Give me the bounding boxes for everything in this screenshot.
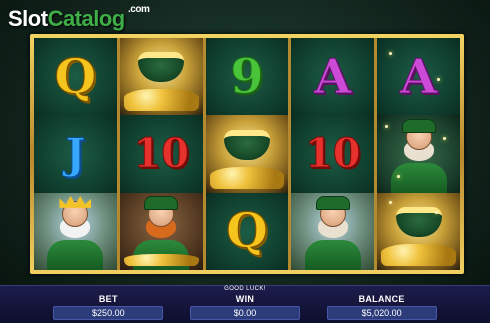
sparkle [435, 210, 439, 214]
status-message: GOOD LUCK! [224, 286, 266, 292]
sparkle [389, 200, 393, 204]
symbol-a: A [399, 48, 438, 105]
watermark-text-catalog: Catalog [47, 6, 126, 31]
pot-of-gold-icon [119, 38, 203, 116]
pot-of-gold-icon [205, 115, 289, 193]
symbol-10: 10 [133, 129, 190, 177]
pot-of-gold-icon [377, 192, 460, 270]
reel-frame: Q J 10 9 Q A 10 A [30, 34, 464, 274]
reel-1-row-1: Q [34, 38, 117, 116]
balance-panel: BALANCE $5,020.00 [326, 294, 437, 320]
reel-2-row-3 [119, 192, 203, 270]
stats-row: BET $250.00 WIN $0.00 BALANCE $5,020.00 [0, 294, 490, 320]
win-value: $0.00 [189, 306, 300, 320]
balance-label: BALANCE [358, 294, 405, 304]
bet-value: $250.00 [53, 306, 164, 320]
coin-pile [123, 89, 199, 112]
reel-4: A 10 [291, 38, 375, 270]
reel-2-row-2: 10 [119, 115, 203, 193]
reel-2: 10 [119, 38, 203, 270]
hat-icon [144, 196, 179, 211]
watermark-text-slot: Slot [8, 6, 48, 31]
hat-icon [401, 119, 436, 134]
coin-pile [381, 243, 456, 266]
win-label: WIN [235, 294, 255, 304]
reel-2-row-1 [119, 38, 203, 116]
symbol-q: Q [54, 48, 97, 105]
reel-5-row-2 [377, 115, 460, 193]
reels-grid: Q J 10 9 Q A 10 A [34, 38, 460, 270]
symbol-j: J [65, 128, 86, 178]
reel-4-row-3 [291, 192, 375, 270]
symbol-q: Q [226, 203, 269, 260]
leprechaun-saluting-icon [377, 115, 460, 193]
cauldron-shape [223, 129, 270, 160]
sparkle [389, 52, 393, 55]
leprechaun-saluting-icon [291, 192, 375, 270]
reel-5-row-3 [377, 192, 460, 270]
symbol-9: 9 [230, 48, 264, 105]
reel-4-row-1: A [291, 38, 375, 116]
symbol-a: A [314, 48, 352, 105]
reel-5-row-1: A [377, 38, 460, 116]
leprechaun-king-icon [34, 192, 117, 270]
reel-1-row-2: J [34, 115, 117, 193]
win-panel: WIN $0.00 [189, 294, 300, 320]
reel-1-row-3 [34, 192, 117, 270]
watermark-text-com: .com [128, 4, 150, 15]
bet-panel[interactable]: BET $250.00 [53, 294, 164, 320]
reel-5: A [377, 38, 460, 270]
reel-3: 9 Q [205, 38, 289, 270]
leprechaun-with-pint-icon [119, 192, 203, 270]
symbol-10: 10 [304, 129, 361, 177]
cauldron-shape [138, 52, 185, 83]
hat-icon [315, 196, 350, 211]
bet-label: BET [98, 294, 118, 304]
balance-value: $5,020.00 [326, 306, 437, 320]
bottom-bar: GOOD LUCK! BET $250.00 WIN $0.00 BALANCE… [0, 285, 490, 323]
reel-1: Q J [34, 38, 117, 270]
sparkle [443, 137, 447, 141]
sparkle [385, 125, 389, 129]
reel-3-row-1: 9 [205, 38, 289, 116]
watermark-logo: Slot Catalog .com [8, 4, 150, 36]
reel-3-row-2 [205, 115, 289, 193]
leprechaun-body [47, 239, 104, 270]
coin-pile [209, 166, 285, 189]
reel-4-row-2: 10 [291, 115, 375, 193]
reel-3-row-3: Q [205, 192, 289, 270]
coin-pile [123, 253, 199, 266]
sparkle [437, 78, 441, 81]
leprechaun-body [304, 239, 361, 270]
